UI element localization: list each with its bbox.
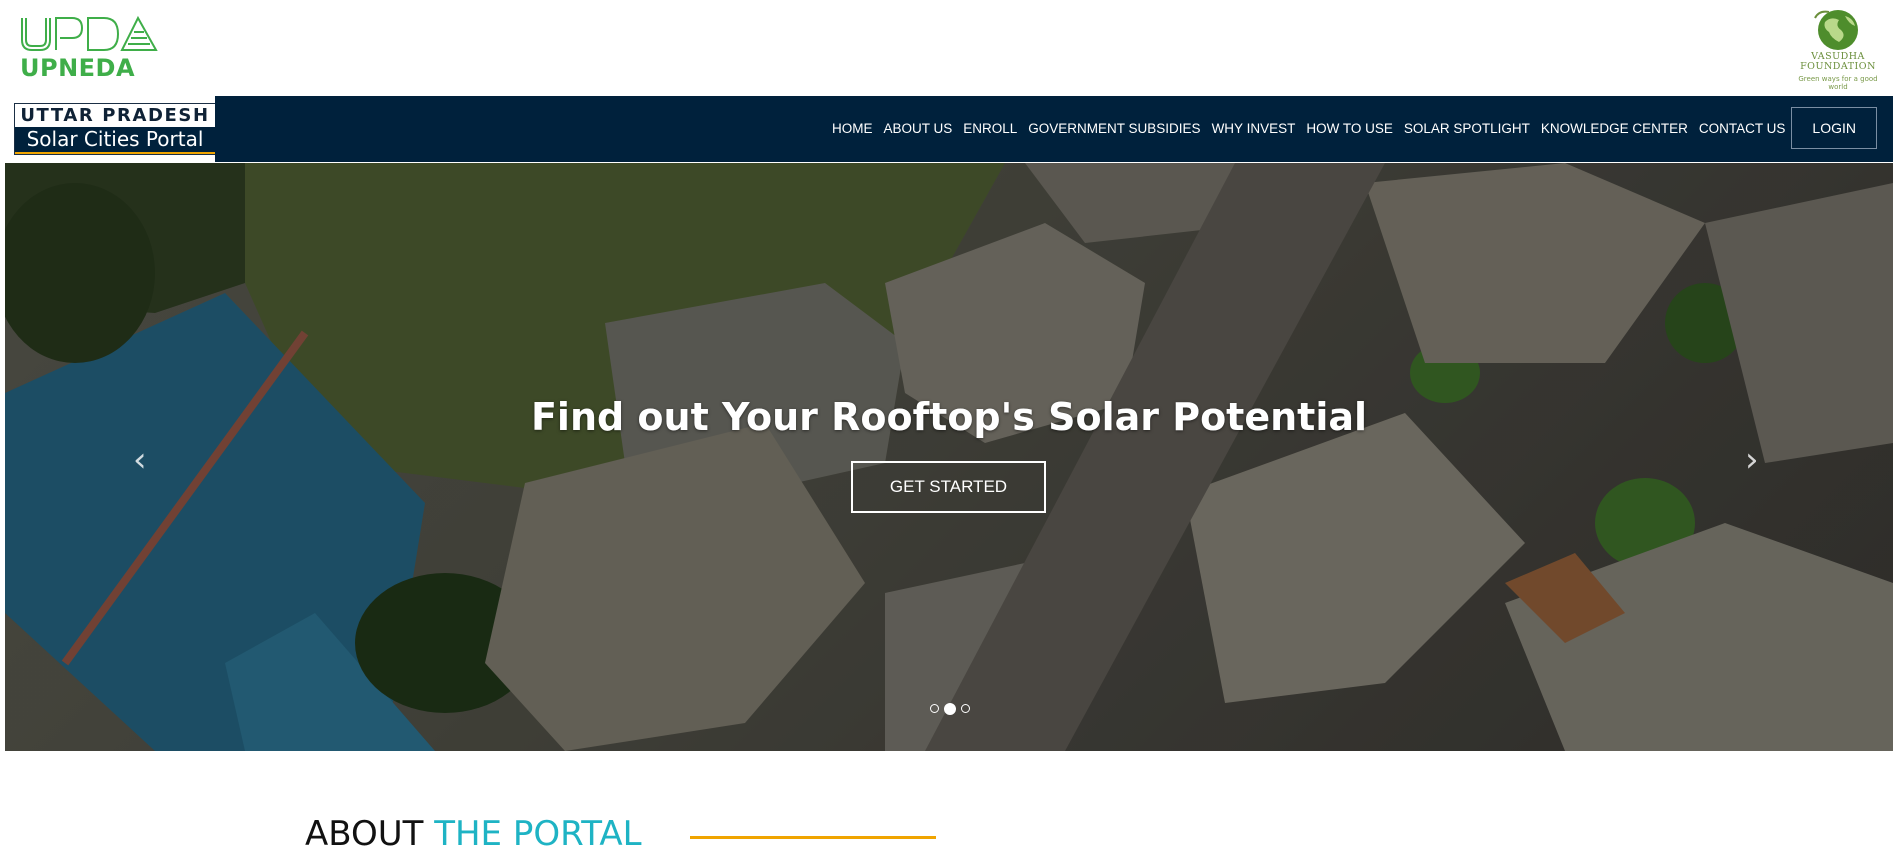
carousel-indicators <box>930 702 970 715</box>
nav-item-how-to-use[interactable]: HOW TO USE <box>1306 121 1393 136</box>
about-heading-part1: ABOUT <box>305 814 424 854</box>
globe-leaf-icon <box>1814 10 1858 50</box>
nav-item-knowledge-center[interactable]: KNOWLEDGE CENTER <box>1541 121 1688 136</box>
carousel-dot-2[interactable] <box>944 702 956 715</box>
top-bar: UPNEDA VASUDHA FOUNDATION Green ways for… <box>0 0 1893 96</box>
about-heading-part2: THE PORTAL <box>434 814 642 854</box>
nav-item-enroll[interactable]: ENROLL <box>963 121 1017 136</box>
vasudha-name-line2: FOUNDATION <box>1800 61 1876 72</box>
nav-item-contact-us[interactable]: CONTACT US <box>1699 121 1786 136</box>
nav-item-about-us[interactable]: ABOUT US <box>883 121 952 136</box>
hero-title: Find out Your Rooftop's Solar Potential <box>530 395 1368 439</box>
nav-item-why-invest[interactable]: WHY INVEST <box>1212 121 1296 136</box>
brand-line-1: UTTAR PRADESH <box>15 104 215 127</box>
about-divider <box>690 836 936 839</box>
login-button[interactable]: LOGIN <box>1791 107 1877 149</box>
upneda-logo[interactable]: UPNEDA <box>18 14 161 82</box>
about-heading: ABOUT THE PORTAL <box>305 814 642 854</box>
nav-item-solar-spotlight[interactable]: SOLAR SPOTLIGHT <box>1404 121 1530 136</box>
carousel-next-icon[interactable]: › <box>1745 440 1759 480</box>
brand-line-2: Solar Cities Portal <box>15 127 215 154</box>
nav-menu: HOME ABOUT US ENROLL GOVERNMENT SUBSIDIE… <box>821 96 1877 160</box>
aerial-rooftops-image <box>5 163 1893 751</box>
nav-divider <box>215 160 1893 162</box>
upneda-emblem-icon <box>21 15 158 51</box>
nav-bar: HOME ABOUT US ENROLL GOVERNMENT SUBSIDIE… <box>215 96 1893 160</box>
carousel-prev-icon[interactable]: ‹ <box>133 440 147 480</box>
carousel-dot-1[interactable] <box>930 704 939 713</box>
vasudha-foundation-logo[interactable]: VASUDHA FOUNDATION Green ways for a good… <box>1795 6 1881 91</box>
get-started-button[interactable]: GET STARTED <box>851 461 1046 513</box>
main-navbar: UTTAR PRADESH Solar Cities Portal HOME A… <box>0 96 1893 162</box>
nav-item-home[interactable]: HOME <box>832 121 873 136</box>
vasudha-name: VASUDHA FOUNDATION <box>1795 52 1881 72</box>
hero-carousel: Find out Your Rooftop's Solar Potential … <box>5 163 1893 751</box>
vasudha-tagline: Green ways for a good world <box>1798 75 1878 91</box>
carousel-dot-3[interactable] <box>961 704 970 713</box>
portal-brand-logo[interactable]: UTTAR PRADESH Solar Cities Portal <box>14 103 216 155</box>
nav-item-government-subsidies[interactable]: GOVERNMENT SUBSIDIES <box>1028 121 1200 136</box>
upneda-wordmark: UPNEDA <box>20 54 136 82</box>
